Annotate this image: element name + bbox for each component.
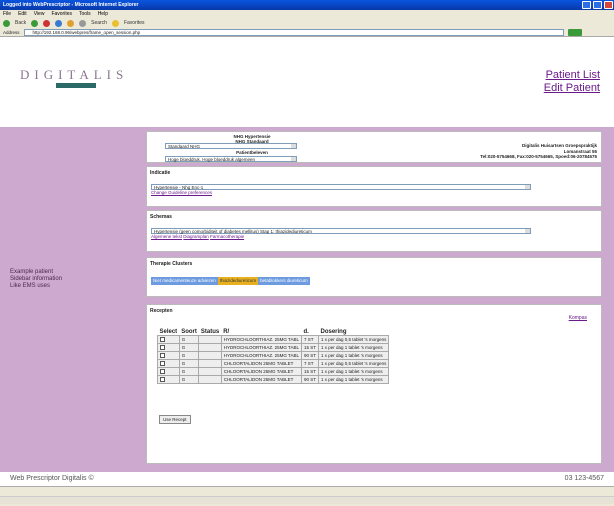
chevron-down-icon <box>291 144 296 148</box>
row-checkbox[interactable] <box>160 336 165 342</box>
maximize-button[interactable] <box>593 1 602 9</box>
clusters-title: Therapie Clusters <box>150 261 193 267</box>
home-icon[interactable] <box>67 19 75 27</box>
stop-icon[interactable] <box>43 19 51 27</box>
address-bar: Address http://192.168.0.96/webpres/fram… <box>0 28 614 37</box>
menu-edit[interactable]: Edit <box>18 11 27 17</box>
col-select: Select <box>159 329 178 335</box>
favorites-icon[interactable] <box>111 19 119 27</box>
table-row: G CHLOORTALIDON 25MG TABLET 15 ST 1 x pe… <box>157 367 390 376</box>
page-header: DIGITALIS Patient List Edit Patient <box>0 37 614 127</box>
sidebar-line: Example patient <box>10 269 54 275</box>
indicatie-panel: Indicatie Hypertensie - Nhg Enc-1 Change… <box>146 166 602 207</box>
menu-view[interactable]: View <box>34 11 45 17</box>
refresh-icon[interactable] <box>55 19 63 27</box>
indicatie-title: Indicatie <box>150 170 171 176</box>
diagramplan-link[interactable]: Diagramplan <box>183 234 209 239</box>
browser-toolbar: Back Search Favorites <box>0 18 614 28</box>
logo-underline <box>56 83 96 88</box>
go-button[interactable] <box>567 28 582 36</box>
chevron-down-icon <box>525 185 530 189</box>
menu-bar: File Edit View Favorites Tools Help <box>0 10 614 18</box>
row-checkbox[interactable] <box>160 360 165 366</box>
recepten-panel: Recepten Kompas Select Soort Status R/ d… <box>146 304 602 464</box>
table-row: G CHLOORTALIDON 25MG TABLET 90 ST 1 x pe… <box>157 375 390 384</box>
forward-icon[interactable] <box>31 19 39 27</box>
change-guideline-link[interactable]: Change Guideline preferences <box>147 190 601 195</box>
sidebar-line: Like EMS uses <box>10 283 51 289</box>
footer-left: Web Prescriptor Digitalis © <box>10 475 94 482</box>
menu-favorites[interactable]: Favorites <box>51 11 72 17</box>
kompas-link[interactable]: Kompas <box>569 315 587 321</box>
close-button[interactable] <box>604 1 613 9</box>
cluster-betablokkers[interactable]: betablokkers diureticum <box>258 277 310 285</box>
row-checkbox[interactable] <box>160 376 165 382</box>
table-row: G CHLOORTALIDON 25MG TABLET 7 ST 1 x per… <box>157 359 390 368</box>
edit-patient-link[interactable]: Edit Patient <box>544 82 600 94</box>
algemene-tekst-link[interactable]: Algemene tekst <box>151 234 182 239</box>
clusters-panel: Therapie Clusters Niet medicamenteuze ad… <box>146 257 602 297</box>
indicatie-select[interactable]: Hypertensie - Nhg Enc-1 <box>151 184 531 190</box>
patient-select[interactable]: Hoge bloeddruk. Hoge bloeddruk algemeen <box>165 156 297 162</box>
menu-tools[interactable]: Tools <box>79 11 91 17</box>
back-icon[interactable] <box>3 19 10 27</box>
recepten-table: Select Soort Status R/ d. Dosering G HYD… <box>157 329 390 384</box>
schemas-panel: Schemas Hypertensie (geen comorbiditeit … <box>146 210 602 252</box>
horizontal-scrollbar[interactable] <box>0 496 614 504</box>
farmacotherapie-link[interactable]: Farmacotherapie <box>210 234 244 239</box>
cluster-niet-medicamenteuze[interactable]: Niet medicamenteuze adviezen <box>151 277 218 285</box>
back-label[interactable]: Back <box>15 20 26 26</box>
schemas-title: Schemas <box>150 214 172 220</box>
search-label[interactable]: Search <box>91 20 107 26</box>
schemas-select[interactable]: Hypertensie (geen comorbiditeit of diabe… <box>151 228 531 234</box>
chevron-down-icon <box>291 157 296 161</box>
use-recept-button[interactable]: Use Recept <box>159 415 191 424</box>
window-titlebar: Logged into WebPrescriptor - Microsoft I… <box>0 0 614 10</box>
sidebar-line: Sidebar information <box>10 276 63 282</box>
window-title: Logged into WebPrescriptor - Microsoft I… <box>3 2 139 8</box>
address-label: Address <box>3 29 20 35</box>
menu-file[interactable]: File <box>3 11 11 17</box>
table-row: G HYDROCHLOORTHIAZ. 25MG TABL 90 ST 1 x … <box>157 351 390 360</box>
minimize-button[interactable] <box>582 1 591 9</box>
page-footer: Web Prescriptor Digitalis © 03 123-4567 <box>0 472 614 486</box>
patient-list-link[interactable]: Patient List <box>546 69 600 81</box>
row-checkbox[interactable] <box>160 368 165 374</box>
address-input[interactable]: http://192.168.0.96/webpres/frame_open_s… <box>23 28 564 36</box>
search-icon[interactable] <box>79 19 87 27</box>
favorites-label[interactable]: Favorites <box>124 20 145 26</box>
patientbeleven-label: Patientbeleven <box>236 150 268 155</box>
digitalis-logo: DIGITALIS <box>20 67 129 82</box>
row-checkbox[interactable] <box>160 344 165 350</box>
table-row: G HYDROCHLOORTHIAZ. 25MG TABL 7 ST 1 x p… <box>157 335 390 344</box>
standard-panel: NHG Hypertensie NHG Standaard Standaard … <box>146 131 602 163</box>
sidebar: Example patient Sidebar information Like… <box>0 127 142 472</box>
standard-select[interactable]: Standaard NHG <box>165 143 297 149</box>
recepten-title: Recepten <box>150 308 173 314</box>
col-status: Status <box>200 329 220 335</box>
col-soort: Soort <box>181 329 197 335</box>
row-checkbox[interactable] <box>160 352 165 358</box>
footer-right: 03 123-4567 <box>564 475 604 482</box>
menu-help[interactable]: Help <box>98 11 108 17</box>
cluster-thiazidediureticum[interactable]: thiazidediureticum <box>217 277 259 285</box>
chevron-down-icon <box>525 229 530 233</box>
table-row: G HYDROCHLOORTHIAZ. 25MG TABL 15 ST 1 x … <box>157 343 390 352</box>
practice-info: Digitalis Huisartsen Groepspraktijk Loma… <box>480 143 597 159</box>
